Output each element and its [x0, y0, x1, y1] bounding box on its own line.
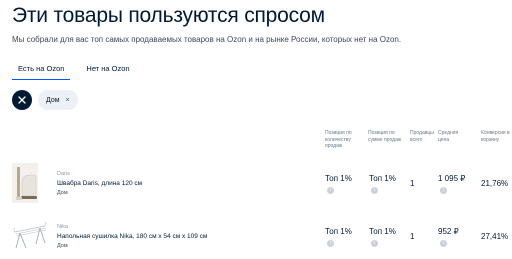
header-position-qty: Позиция по количеству продаж — [325, 130, 352, 149]
filter-chip-category: Дом × — [38, 90, 78, 110]
close-icon — [18, 96, 26, 104]
page-title: Эти товары пользуются спросом — [12, 4, 325, 27]
table-row[interactable]: Nika Напольная сушилка Nika, 180 см х 54… — [0, 214, 512, 259]
clear-filters-button[interactable] — [12, 90, 32, 110]
product-thumbnail-mop — [12, 163, 38, 203]
product-brand: Daris — [57, 171, 70, 177]
info-icon[interactable]: i — [371, 187, 378, 194]
product-name[interactable]: Напольная сушилка Nika, 180 см х 54 см х… — [57, 233, 207, 240]
info-icon[interactable]: i — [327, 187, 334, 194]
conversion-value: 21,76% — [481, 179, 509, 188]
info-icon[interactable]: i — [327, 240, 334, 247]
product-name[interactable]: Швабра Daris, длина 120 см — [57, 180, 142, 187]
header-position-sum: Позиция по сумме продаж — [368, 130, 402, 143]
avg-price-value: 952 ₽ — [438, 227, 459, 236]
position-sum-value: Топ 1% — [369, 227, 396, 236]
header-sellers-count: Продавцы всего — [410, 130, 434, 143]
position-qty-value: Топ 1% — [325, 227, 352, 236]
sellers-count-value: 1 — [410, 179, 415, 188]
product-category: Дом — [57, 190, 68, 196]
tab-on-ozon[interactable]: Есть на Ozon — [12, 64, 71, 80]
avg-price-value: 1 095 ₽ — [438, 174, 466, 183]
conversion-value: 27,41% — [481, 232, 509, 241]
page-subtitle: Мы собрали для вас топ самых продаваемых… — [12, 35, 402, 44]
product-thumbnail-dryer — [12, 218, 48, 252]
tabs: Есть на Ozon Нет на Ozon — [12, 64, 136, 84]
chip-close-icon[interactable]: × — [66, 97, 70, 104]
sellers-count-value: 1 — [410, 232, 415, 241]
header-conversion: Конверсия в корзину — [481, 130, 510, 143]
info-icon[interactable]: i — [440, 240, 447, 247]
header-avg-price: Средняя цена — [438, 130, 459, 143]
info-icon[interactable]: i — [371, 240, 378, 247]
position-sum-value: Топ 1% — [369, 174, 396, 183]
info-icon[interactable]: i — [440, 187, 447, 194]
position-qty-value: Топ 1% — [325, 174, 352, 183]
product-brand: Nika — [57, 224, 69, 230]
product-category: Дом — [57, 243, 68, 249]
table-row[interactable]: Daris Швабра Daris, длина 120 см Дом Топ… — [0, 160, 512, 210]
tab-not-on-ozon[interactable]: Нет на Ozon — [80, 64, 135, 80]
filter-chip-label: Дом — [46, 96, 60, 104]
